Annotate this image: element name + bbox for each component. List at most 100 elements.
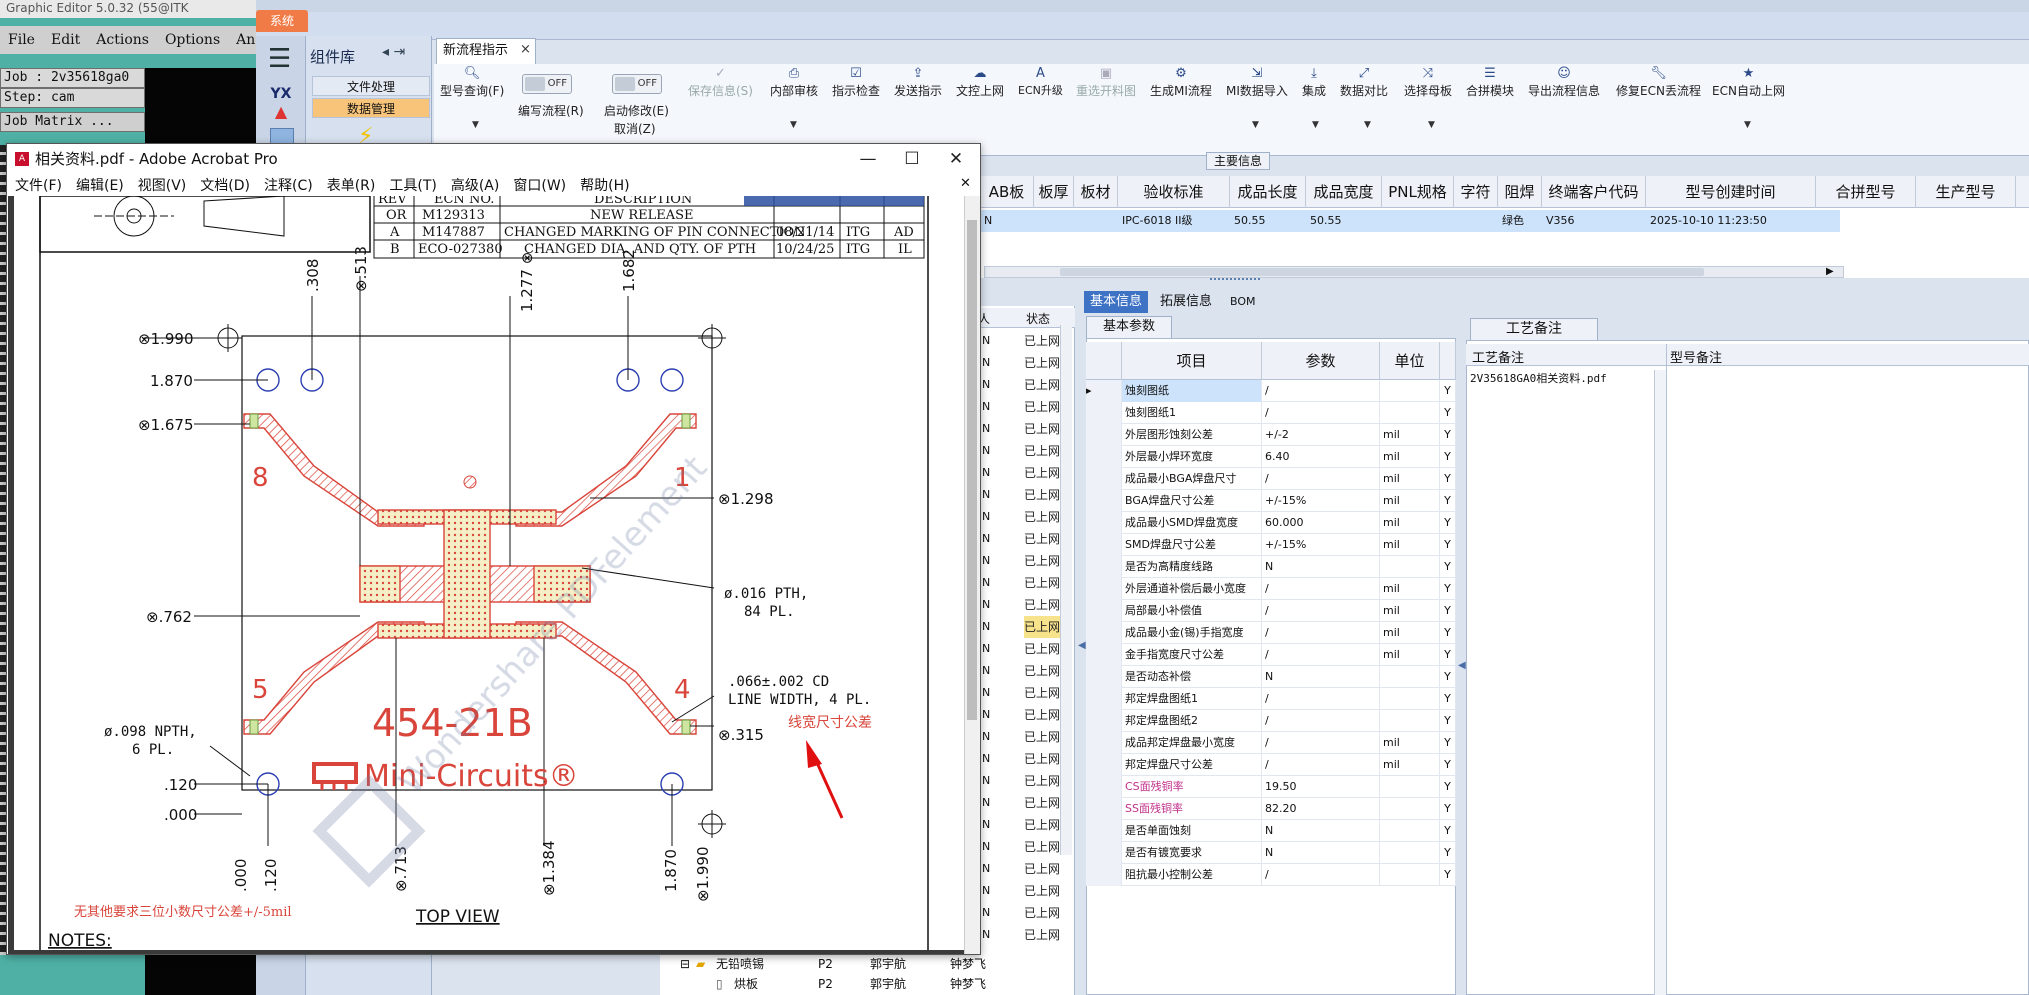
table-row[interactable]: 是否动态补偿 N Y [1086, 666, 1456, 688]
table-row[interactable]: 局部最小补偿值 / mil Y [1086, 600, 1456, 622]
col-merged-model[interactable]: 合拼型号 [1816, 176, 1916, 208]
splitter-arrow-icon[interactable]: ◀ [1078, 640, 1086, 651]
tab-process-note[interactable]: 工艺备注 [1470, 318, 1598, 340]
tab-bom[interactable]: BOM [1224, 291, 1262, 313]
hamburger-menu-icon[interactable]: ☰ [268, 44, 291, 74]
menu-form[interactable]: 表单(R) [327, 175, 376, 195]
chevron-down-icon[interactable]: ▼ [472, 120, 479, 130]
chevron-down-icon[interactable]: ▼ [1364, 120, 1371, 130]
tree-item-label[interactable]: 烘板 [734, 974, 758, 994]
close-button[interactable]: ✕ [936, 146, 976, 172]
table-row[interactable]: N IPC-6018 II级 50.55 50.55 绿色 V356 2025-… [980, 210, 1840, 232]
job-matrix-button[interactable]: Job Matrix ... [0, 112, 145, 132]
tab-extended-info[interactable]: 拓展信息 [1154, 291, 1218, 313]
menu-help[interactable]: 帮助(H) [580, 175, 629, 195]
table-row[interactable]: 外层图形蚀刻公差 +/-2 mil Y [1086, 424, 1456, 446]
write-flow-button[interactable]: 编写流程(R) [518, 102, 584, 119]
col-item[interactable]: 项目 [1122, 342, 1262, 380]
minimize-button[interactable]: — [848, 146, 888, 172]
table-row[interactable]: 是否为高精度线路 N Y [1086, 556, 1456, 578]
table-row[interactable]: ▸ 蚀刻图纸 / Y [1086, 380, 1456, 402]
component-item-file[interactable]: 文件处理 [312, 76, 430, 96]
menu-file[interactable]: 文件(F) [15, 175, 62, 195]
menu-view[interactable]: 视图(V) [138, 175, 187, 195]
table-row[interactable]: 成品最小BGA焊盘尺寸 / mil Y [1086, 468, 1456, 490]
table-row[interactable]: CS面残铜率 19.50 Y [1086, 776, 1456, 798]
table-row[interactable]: 邦定焊盘图纸2/Y [1086, 710, 1456, 732]
menu-actions[interactable]: Actions [96, 32, 149, 48]
merge-module-button[interactable]: ☰ 合拼模块 [1466, 66, 1514, 99]
scrollbar-thumb[interactable] [967, 220, 977, 720]
start-modify-toggle[interactable]: OFF [612, 74, 662, 94]
col-length[interactable]: 成品长度 [1230, 176, 1306, 208]
menu-window[interactable]: 窗口(W) [513, 175, 566, 195]
chevron-down-icon[interactable]: ▼ [1252, 120, 1259, 130]
ecn-auto-online-button[interactable]: ★ ECN自动上网 [1712, 66, 1785, 99]
system-tab[interactable]: 系统 [256, 10, 308, 32]
mi-data-import-button[interactable]: ⇲ MI数据导入 [1226, 66, 1288, 99]
col-character[interactable]: 字符 [1454, 176, 1498, 208]
scrollbar-thumb[interactable] [1060, 268, 1704, 276]
list-item[interactable]: 已上网 [1024, 924, 1069, 946]
tab-basic-params[interactable]: 基本参数 [1086, 316, 1172, 338]
tab-basic-info[interactable]: 基本信息 [1084, 291, 1149, 313]
component-item-data[interactable]: 数据管理 [312, 98, 430, 118]
internal-review-button[interactable]: ⎙ 内部审核 [770, 66, 818, 99]
col-created-time[interactable]: 型号创建时间 [1646, 176, 1816, 208]
tree-expand-icon[interactable]: ⊟ [680, 954, 690, 974]
menu-advanced[interactable]: 高级(A) [451, 175, 500, 195]
table-row[interactable]: SMD焊盘尺寸公差 +/-15% mil Y [1086, 534, 1456, 556]
table-row[interactable]: 邦定焊盘尺寸公差 / mil Y [1086, 754, 1456, 776]
col-unit[interactable]: 单位 [1380, 342, 1440, 380]
col-customer-code[interactable]: 终端客户代码 [1542, 176, 1646, 208]
table-row[interactable]: 阻抗最小控制公差 / Y [1086, 864, 1456, 886]
col-material[interactable]: 板材 [1074, 176, 1118, 208]
table-row[interactable]: SS面残铜率 82.20 Y [1086, 798, 1456, 820]
select-master-board-button[interactable]: ⤨ 选择母板 [1404, 66, 1452, 99]
start-modify-button[interactable]: 启动修改(E) [604, 102, 669, 119]
instruction-check-button[interactable]: ☑ 指示检查 [832, 66, 880, 99]
col-production-model[interactable]: 生产型号 [1916, 176, 2016, 208]
col-solder-mask[interactable]: 阻焊 [1498, 176, 1542, 208]
menu-options[interactable]: Options [165, 32, 220, 48]
col-ab-board[interactable]: AB板 [980, 176, 1034, 208]
col-acceptance[interactable]: 验收标准 [1118, 176, 1230, 208]
table-row[interactable]: 外层通道补偿后最小宽度 / mil Y [1086, 578, 1456, 600]
close-icon[interactable]: × [520, 42, 531, 57]
table-row[interactable]: 蚀刻图纸1/Y [1086, 402, 1456, 424]
table-row[interactable]: 是否单面蚀刻 N Y [1086, 820, 1456, 842]
table-row[interactable]: 成品最小金(锡)手指宽度 / mil Y [1086, 622, 1456, 644]
col-pnl[interactable]: PNL规格 [1382, 176, 1454, 208]
menu-comment[interactable]: 注释(C) [264, 175, 313, 195]
tree-item-label[interactable]: 无铅喷锡 [716, 954, 764, 974]
repair-ecn-flow-button[interactable]: 🔧︎ 修复ECN丢流程 [1616, 66, 1701, 99]
send-instruction-button[interactable]: ⇪ 发送指示 [894, 66, 942, 99]
cancel-button[interactable]: 取消(Z) [614, 120, 656, 137]
menu-document[interactable]: 文档(D) [200, 175, 250, 195]
table-row[interactable]: 成品最小SMD焊盘宽度 60.000 mil Y [1086, 512, 1456, 534]
splitter-handle[interactable] [1210, 278, 1260, 286]
chevron-down-icon[interactable]: ▼ [1312, 120, 1319, 130]
chevron-down-icon[interactable]: ▼ [1744, 120, 1751, 130]
list-item[interactable]: 已上网 [1024, 880, 1069, 902]
integrate-button[interactable]: ⤓ 集成 [1302, 66, 1326, 99]
nav-window-icon[interactable] [270, 128, 294, 144]
chevron-right-icon[interactable]: ▶ [1826, 266, 1834, 277]
splitter-arrow-icon[interactable]: ◀ [1458, 660, 1466, 671]
vertical-scrollbar[interactable] [1060, 325, 1072, 855]
ecn-upgrade-button[interactable]: A ECN升级 [1018, 66, 1063, 98]
table-row[interactable]: 成品邦定焊盘最小宽度 / mil Y [1086, 732, 1456, 754]
list-item[interactable]: 已上网 [1024, 858, 1069, 880]
table-row[interactable]: 金手指宽度尺寸公差 / mil Y [1086, 644, 1456, 666]
export-flow-info-button[interactable]: ☺ 导出流程信息 [1528, 66, 1600, 99]
close-document-icon[interactable]: ✕ [960, 176, 971, 191]
pin-icon[interactable]: ◂ ⇥ [382, 44, 405, 60]
process-note-text[interactable]: 2V35618GA0相关资料.pdf [1470, 370, 1607, 386]
col-param[interactable]: 参数 [1262, 342, 1380, 380]
write-flow-toggle[interactable]: OFF [522, 74, 572, 94]
maximize-button[interactable]: ☐ [892, 146, 932, 172]
chevron-down-icon[interactable]: ▼ [790, 120, 797, 130]
table-row[interactable]: 是否有镀宽要求 N Y [1086, 842, 1456, 864]
doc-control-online-button[interactable]: ☁ 文控上网 [956, 66, 1004, 99]
data-compare-button[interactable]: ⤢ 数据对比 [1340, 66, 1388, 99]
